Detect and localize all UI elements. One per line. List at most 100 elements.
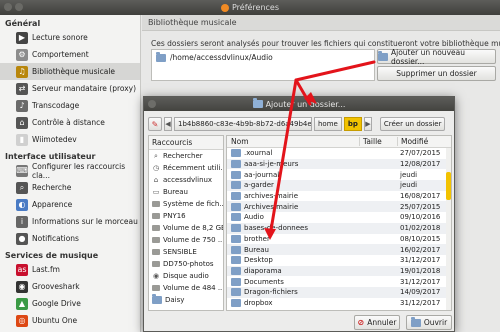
file-row[interactable]: aa-journal jeudi: [227, 169, 451, 180]
file-row[interactable]: Audio 09/10/2016: [227, 212, 451, 223]
google-drive-icon: ▲: [16, 297, 28, 310]
category-item-label: Transcodage: [32, 101, 80, 110]
category-item[interactable]: ⚙ Comportement: [0, 46, 140, 63]
category-item[interactable]: ◐ Apparence: [0, 196, 140, 213]
place-item[interactable]: Volume de 750 ...: [149, 234, 223, 246]
places-sidebar: Raccourcis ⌕ Rechercher ◷ Récemment utili..…: [148, 135, 224, 311]
keyboard-icon: ⌨: [16, 164, 28, 177]
drive-icon: [152, 201, 160, 207]
folder-icon: [231, 202, 241, 211]
category-item[interactable]: as Last.fm: [0, 261, 140, 278]
column-modified[interactable]: Modifié: [397, 137, 451, 146]
file-row[interactable]: .xournal 27/07/2015: [227, 148, 451, 159]
category-item-label: Grooveshark: [32, 282, 80, 291]
file-name: Documents: [244, 277, 284, 286]
breadcrumb-item-current[interactable]: bp: [343, 117, 362, 131]
file-name: bases-de-donnees: [244, 224, 308, 233]
file-row[interactable]: archives-mairie 16/08/2017: [227, 191, 451, 202]
category-item[interactable]: ♫ Bibliothèque musicale: [0, 63, 140, 80]
type-location-button[interactable]: ✎: [148, 117, 162, 131]
place-item[interactable]: SENSIBLE: [149, 246, 223, 258]
file-name-cell: Desktop: [227, 256, 359, 265]
window-controls[interactable]: [4, 3, 23, 11]
scrollbar-thumb[interactable]: [446, 172, 451, 200]
open-button[interactable]: Ouvrir: [406, 315, 452, 330]
category-item[interactable]: ▮ Wiimotedev: [0, 131, 140, 148]
place-item[interactable]: Daisy: [149, 294, 223, 306]
category-item[interactable]: i Informations sur le morceau: [0, 213, 140, 230]
category-item[interactable]: ◎ Ubuntu One: [0, 312, 140, 329]
file-name: Dragon-fichiers: [244, 288, 298, 297]
place-item[interactable]: DD750-photos: [149, 258, 223, 270]
place-item[interactable]: ⌂ accessdvlinux: [149, 174, 223, 186]
place-item[interactable]: ⌕ Rechercher: [149, 150, 223, 162]
column-size[interactable]: Taille: [359, 137, 397, 146]
place-item[interactable]: ◷ Récemment utili...: [149, 162, 223, 174]
library-folder-list[interactable]: /home/accessdvlinux/Audio: [151, 49, 375, 81]
category-item[interactable]: ⌕ Recherche: [0, 179, 140, 196]
library-folder-row[interactable]: /home/accessdvlinux/Audio: [152, 50, 374, 65]
place-item[interactable]: Volume de 484 ...: [149, 282, 223, 294]
file-row[interactable]: bases-de-donnees 01/02/2018: [227, 222, 451, 234]
file-name: aa-journal: [244, 170, 280, 179]
category-item[interactable]: ♪ Transcodage: [0, 97, 140, 114]
place-item[interactable]: PNY16: [149, 210, 223, 222]
place-item-label: PNY16: [163, 212, 186, 220]
file-row[interactable]: Archives mairie 25/07/2015: [227, 201, 451, 213]
category-header-services: Services de musique: [5, 251, 99, 260]
notification-icon: ●: [16, 232, 28, 245]
category-item[interactable]: ⌂ Contrôle à distance: [0, 114, 140, 131]
file-modified-cell: jeudi: [400, 170, 418, 179]
file-row[interactable]: Desktop 31/12/2017: [227, 255, 451, 266]
file-row[interactable]: Bureau 16/02/2017: [227, 244, 451, 255]
file-name-cell: dropbox: [227, 298, 359, 307]
folder-icon: [231, 192, 241, 201]
file-name-cell: Dragon-fichiers: [227, 288, 359, 297]
dialog-close-button[interactable]: [148, 100, 156, 108]
place-item[interactable]: Volume de 8,2 GB: [149, 222, 223, 234]
category-item[interactable]: ▲ Google Drive: [0, 295, 140, 312]
drive-icon: [152, 213, 160, 219]
remote-icon: ⌂: [16, 116, 28, 129]
column-name[interactable]: Nom: [227, 137, 359, 146]
file-row[interactable]: aaa-si-je-meurs 12/08/2017: [227, 158, 451, 170]
file-name-cell: diaporama: [227, 266, 359, 275]
folder-icon: [231, 266, 241, 275]
place-item[interactable]: Système de fich...: [149, 198, 223, 210]
place-item[interactable]: ◉ Disque audio: [149, 270, 223, 282]
file-row[interactable]: a-garder jeudi: [227, 180, 451, 191]
breadcrumb-item-home[interactable]: home: [314, 117, 342, 131]
create-folder-button[interactable]: Créer un dossier: [379, 117, 446, 131]
breadcrumb-scroll-left[interactable]: ◀: [164, 117, 172, 131]
folder-icon: [231, 234, 241, 243]
file-name: Bureau: [244, 245, 269, 254]
breadcrumb-item-hash[interactable]: 1b4b8860-c83e-4b9b-8b72-d6a49b4ebb0: [174, 117, 312, 131]
add-folder-button[interactable]: Ajouter un nouveau dossier...: [377, 48, 496, 66]
file-name-cell: Bureau: [227, 245, 359, 254]
file-modified-cell: 01/02/2018: [400, 224, 441, 233]
category-item[interactable]: ◉ Grooveshark: [0, 278, 140, 295]
file-name: archives-mairie: [244, 192, 299, 201]
folder-icon: [231, 288, 241, 297]
category-item-label: Comportement: [32, 50, 89, 59]
file-name: a-garder: [244, 181, 274, 190]
file-row[interactable]: Documents 31/12/2017: [227, 276, 451, 287]
breadcrumb-scroll-right[interactable]: ▶: [363, 117, 372, 131]
file-row[interactable]: dropbox 31/12/2017: [227, 298, 451, 309]
category-item-label: Contrôle à distance: [32, 118, 105, 127]
file-name: Audio: [244, 213, 264, 222]
open-label: Ouvrir: [423, 318, 448, 327]
category-item[interactable]: ▶ Lecture sonore: [0, 29, 140, 46]
place-item[interactable]: ▭ Bureau: [149, 186, 223, 198]
category-item[interactable]: ⇄ Serveur mandataire (proxy): [0, 80, 140, 97]
section-title: Bibliothèque musicale: [142, 15, 500, 31]
remove-folder-button[interactable]: Supprimer un dossier: [377, 66, 496, 81]
category-item[interactable]: ⌨ Configurer les raccourcis cla...: [0, 162, 140, 180]
folder-icon: [231, 298, 241, 307]
file-row[interactable]: Dragon-fichiers 14/09/2017: [227, 286, 451, 298]
cancel-button[interactable]: ⊘ Annuler: [354, 315, 400, 330]
category-item[interactable]: ● Notifications: [0, 230, 140, 247]
pencil-icon: ✎: [151, 119, 159, 129]
file-row[interactable]: brother 08/10/2015: [227, 234, 451, 245]
file-row[interactable]: diaporama 19/01/2018: [227, 265, 451, 277]
